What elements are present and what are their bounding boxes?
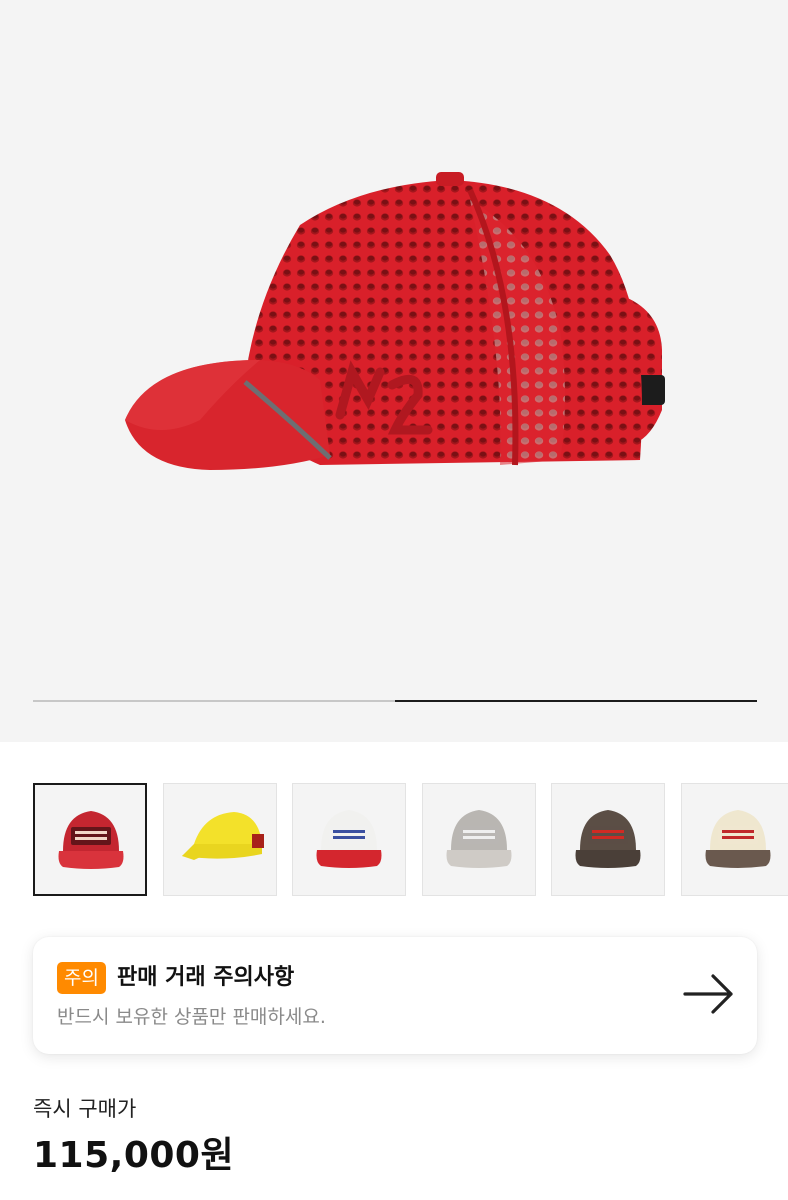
thumbnail-strip[interactable]	[0, 783, 788, 897]
notice-title: 판매 거래 주의사항	[117, 965, 295, 990]
thumbnail-2[interactable]	[163, 783, 277, 896]
white-red-i-dig-running-cap-icon	[316, 810, 382, 868]
arrow-right-icon[interactable]	[683, 972, 735, 1016]
brown-embroidered-cap-icon	[575, 810, 641, 868]
gallery-progress-bar	[33, 700, 757, 702]
sell-notice-card[interactable]: 주의 판매 거래 주의사항 반드시 보유한 상품만 판매하세요.	[33, 937, 757, 1054]
product-image-gallery[interactable]	[0, 0, 788, 742]
instant-buy-price: 115,000원	[33, 1135, 235, 1176]
red-cap-i-dig-running-icon	[58, 811, 124, 869]
gallery-progress-indicator	[395, 700, 757, 702]
thumbnail-6[interactable]	[681, 783, 788, 896]
cream-brown-i-dig-running-cap-icon	[705, 810, 771, 868]
thumbnail-3[interactable]	[292, 783, 406, 896]
caution-badge: 주의	[57, 962, 106, 994]
red-mesh-trucker-cap-image	[125, 172, 665, 470]
thumbnail-1[interactable]	[33, 783, 147, 896]
yellow-running-cap-icon	[182, 812, 264, 860]
grey-embroidered-cap-icon	[446, 810, 512, 868]
notice-description: 반드시 보유한 상품만 판매하세요.	[57, 1006, 326, 1028]
instant-buy-price-label: 즉시 구매가	[33, 1097, 137, 1121]
thumbnail-5[interactable]	[551, 783, 665, 896]
thumbnail-4[interactable]	[422, 783, 536, 896]
